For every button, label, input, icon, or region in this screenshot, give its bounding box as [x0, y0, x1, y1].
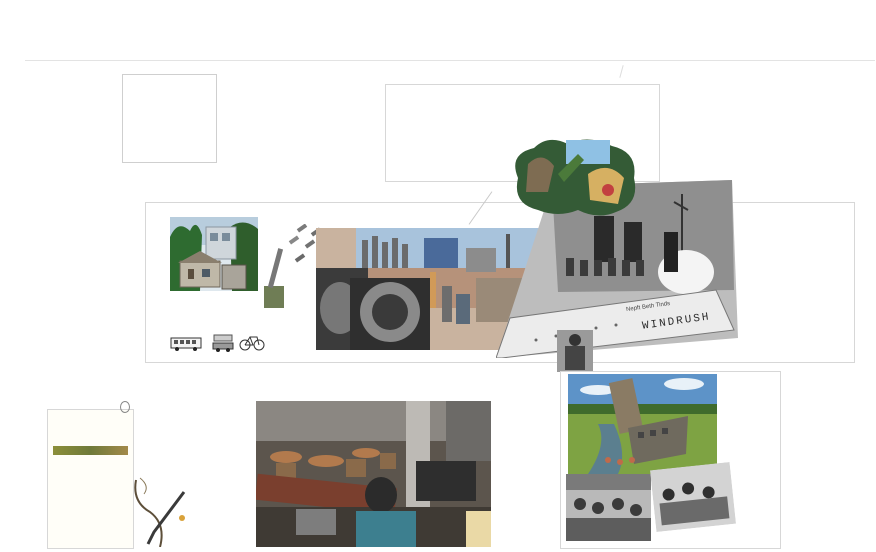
small-tick-mark [619, 65, 624, 78]
tropical-cloud-photo[interactable] [508, 134, 640, 218]
person-cutout[interactable] [557, 330, 593, 372]
car-icon-graphic [212, 334, 234, 352]
landscape-photo[interactable] [568, 374, 717, 474]
tropical-cloud-graphic [515, 139, 636, 216]
top-divider [25, 60, 875, 61]
cafe-photo-graphic [256, 401, 491, 547]
person-cutout-graphic [557, 330, 593, 372]
group-photo-left[interactable] [566, 474, 651, 541]
tilted-scene-photo[interactable] [261, 246, 287, 310]
house-photo-graphic [170, 217, 258, 291]
house-photo[interactable] [170, 217, 258, 291]
group-photo-right-graphic [649, 461, 737, 533]
bicycle-icon-graphic [239, 336, 265, 351]
card-pin-icon [120, 401, 130, 413]
narrow-card-strip [53, 446, 128, 455]
car-icon [212, 333, 234, 355]
bus-icon [170, 336, 202, 352]
bicycle-icon [239, 332, 265, 352]
narrow-card[interactable] [47, 409, 134, 549]
scribble-drawing-graphic [134, 477, 186, 548]
tilted-scene-graphic [261, 246, 287, 310]
landscape-photo-graphic [568, 374, 717, 474]
empty-frame-small[interactable] [122, 74, 217, 163]
bus-icon-graphic [170, 337, 202, 351]
group-photo-right[interactable] [649, 461, 737, 533]
scribble-drawing[interactable] [130, 472, 192, 548]
cafe-photo[interactable] [256, 401, 491, 547]
group-photo-left-graphic [566, 474, 651, 541]
